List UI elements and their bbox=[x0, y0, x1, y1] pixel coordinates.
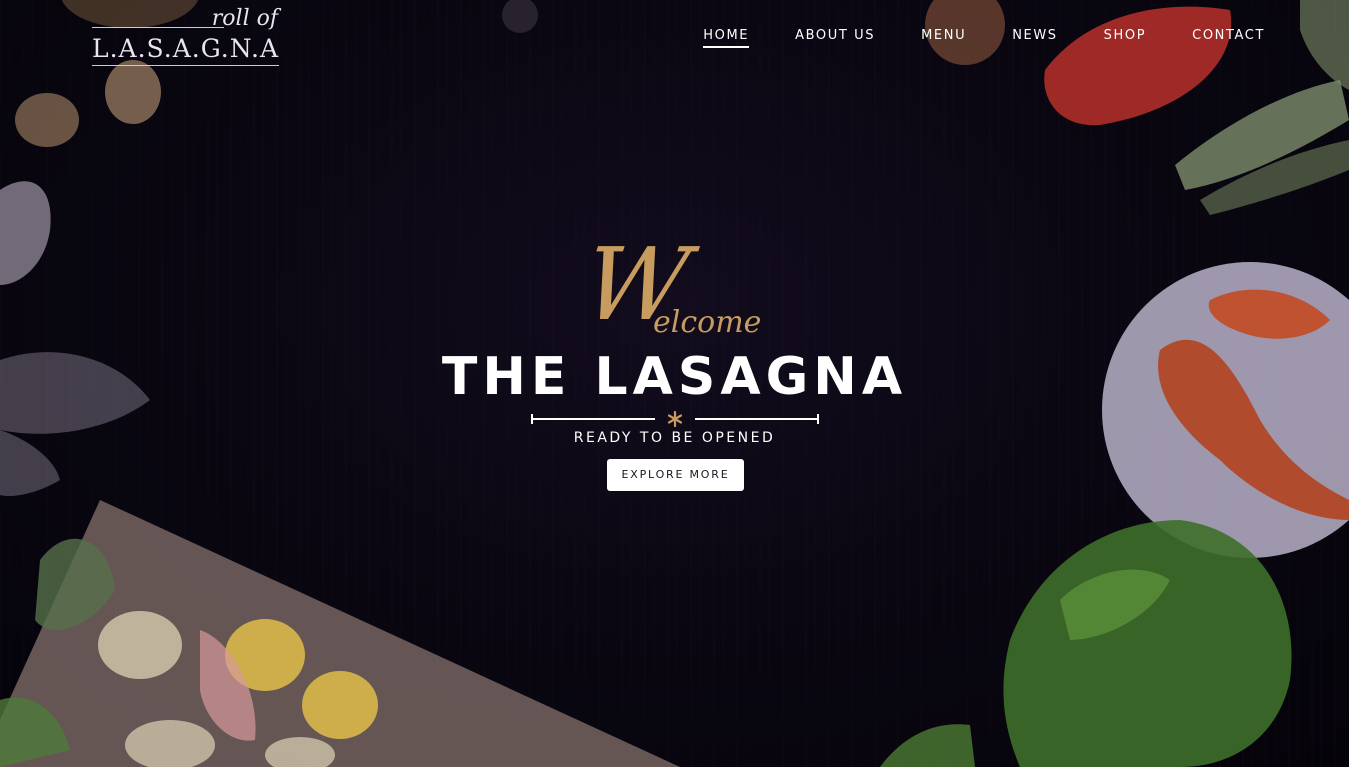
nav-item-about-us[interactable]: ABOUT US bbox=[795, 28, 875, 48]
salmon-image bbox=[1044, 6, 1232, 126]
hero-title: THE LASAGNA bbox=[441, 347, 908, 407]
sushi-image bbox=[98, 611, 182, 679]
nav-item-shop[interactable]: SHOP bbox=[1104, 28, 1147, 48]
logo-rule bbox=[92, 27, 224, 28]
explore-more-button[interactable]: EXPLORE MORE bbox=[607, 459, 744, 491]
nav-item-home[interactable]: HOME bbox=[703, 28, 750, 48]
hero-subtitle: READY TO BE OPENED bbox=[573, 430, 776, 446]
cilantro-image bbox=[1003, 520, 1292, 767]
herb-image bbox=[502, 0, 538, 33]
sushi-image bbox=[302, 671, 378, 739]
nut-image bbox=[105, 60, 161, 124]
cucumber-image bbox=[1300, 0, 1349, 90]
nav-item-contact[interactable]: CONTACT bbox=[1192, 28, 1265, 48]
main-nav: HOME ABOUT US MENU NEWS SHOP CONTACT bbox=[657, 28, 1265, 48]
logo-main-text: L.A.S.A.G.N.A bbox=[92, 34, 280, 66]
garlic-image bbox=[0, 181, 51, 285]
ornament-divider bbox=[531, 411, 819, 427]
nav-item-news[interactable]: NEWS bbox=[1012, 28, 1057, 48]
nut-image bbox=[15, 93, 79, 147]
site-logo[interactable]: roll of L.A.S.A.G.N.A bbox=[92, 6, 292, 68]
page: roll of L.A.S.A.G.N.A HOME ABOUT US MENU… bbox=[0, 0, 1349, 767]
asterisk-icon bbox=[667, 411, 683, 427]
green-onion-image bbox=[880, 724, 975, 767]
nav-item-menu[interactable]: MENU bbox=[921, 28, 966, 48]
welcome-script: W elcome bbox=[577, 226, 762, 343]
welcome-rest: elcome bbox=[653, 305, 762, 340]
